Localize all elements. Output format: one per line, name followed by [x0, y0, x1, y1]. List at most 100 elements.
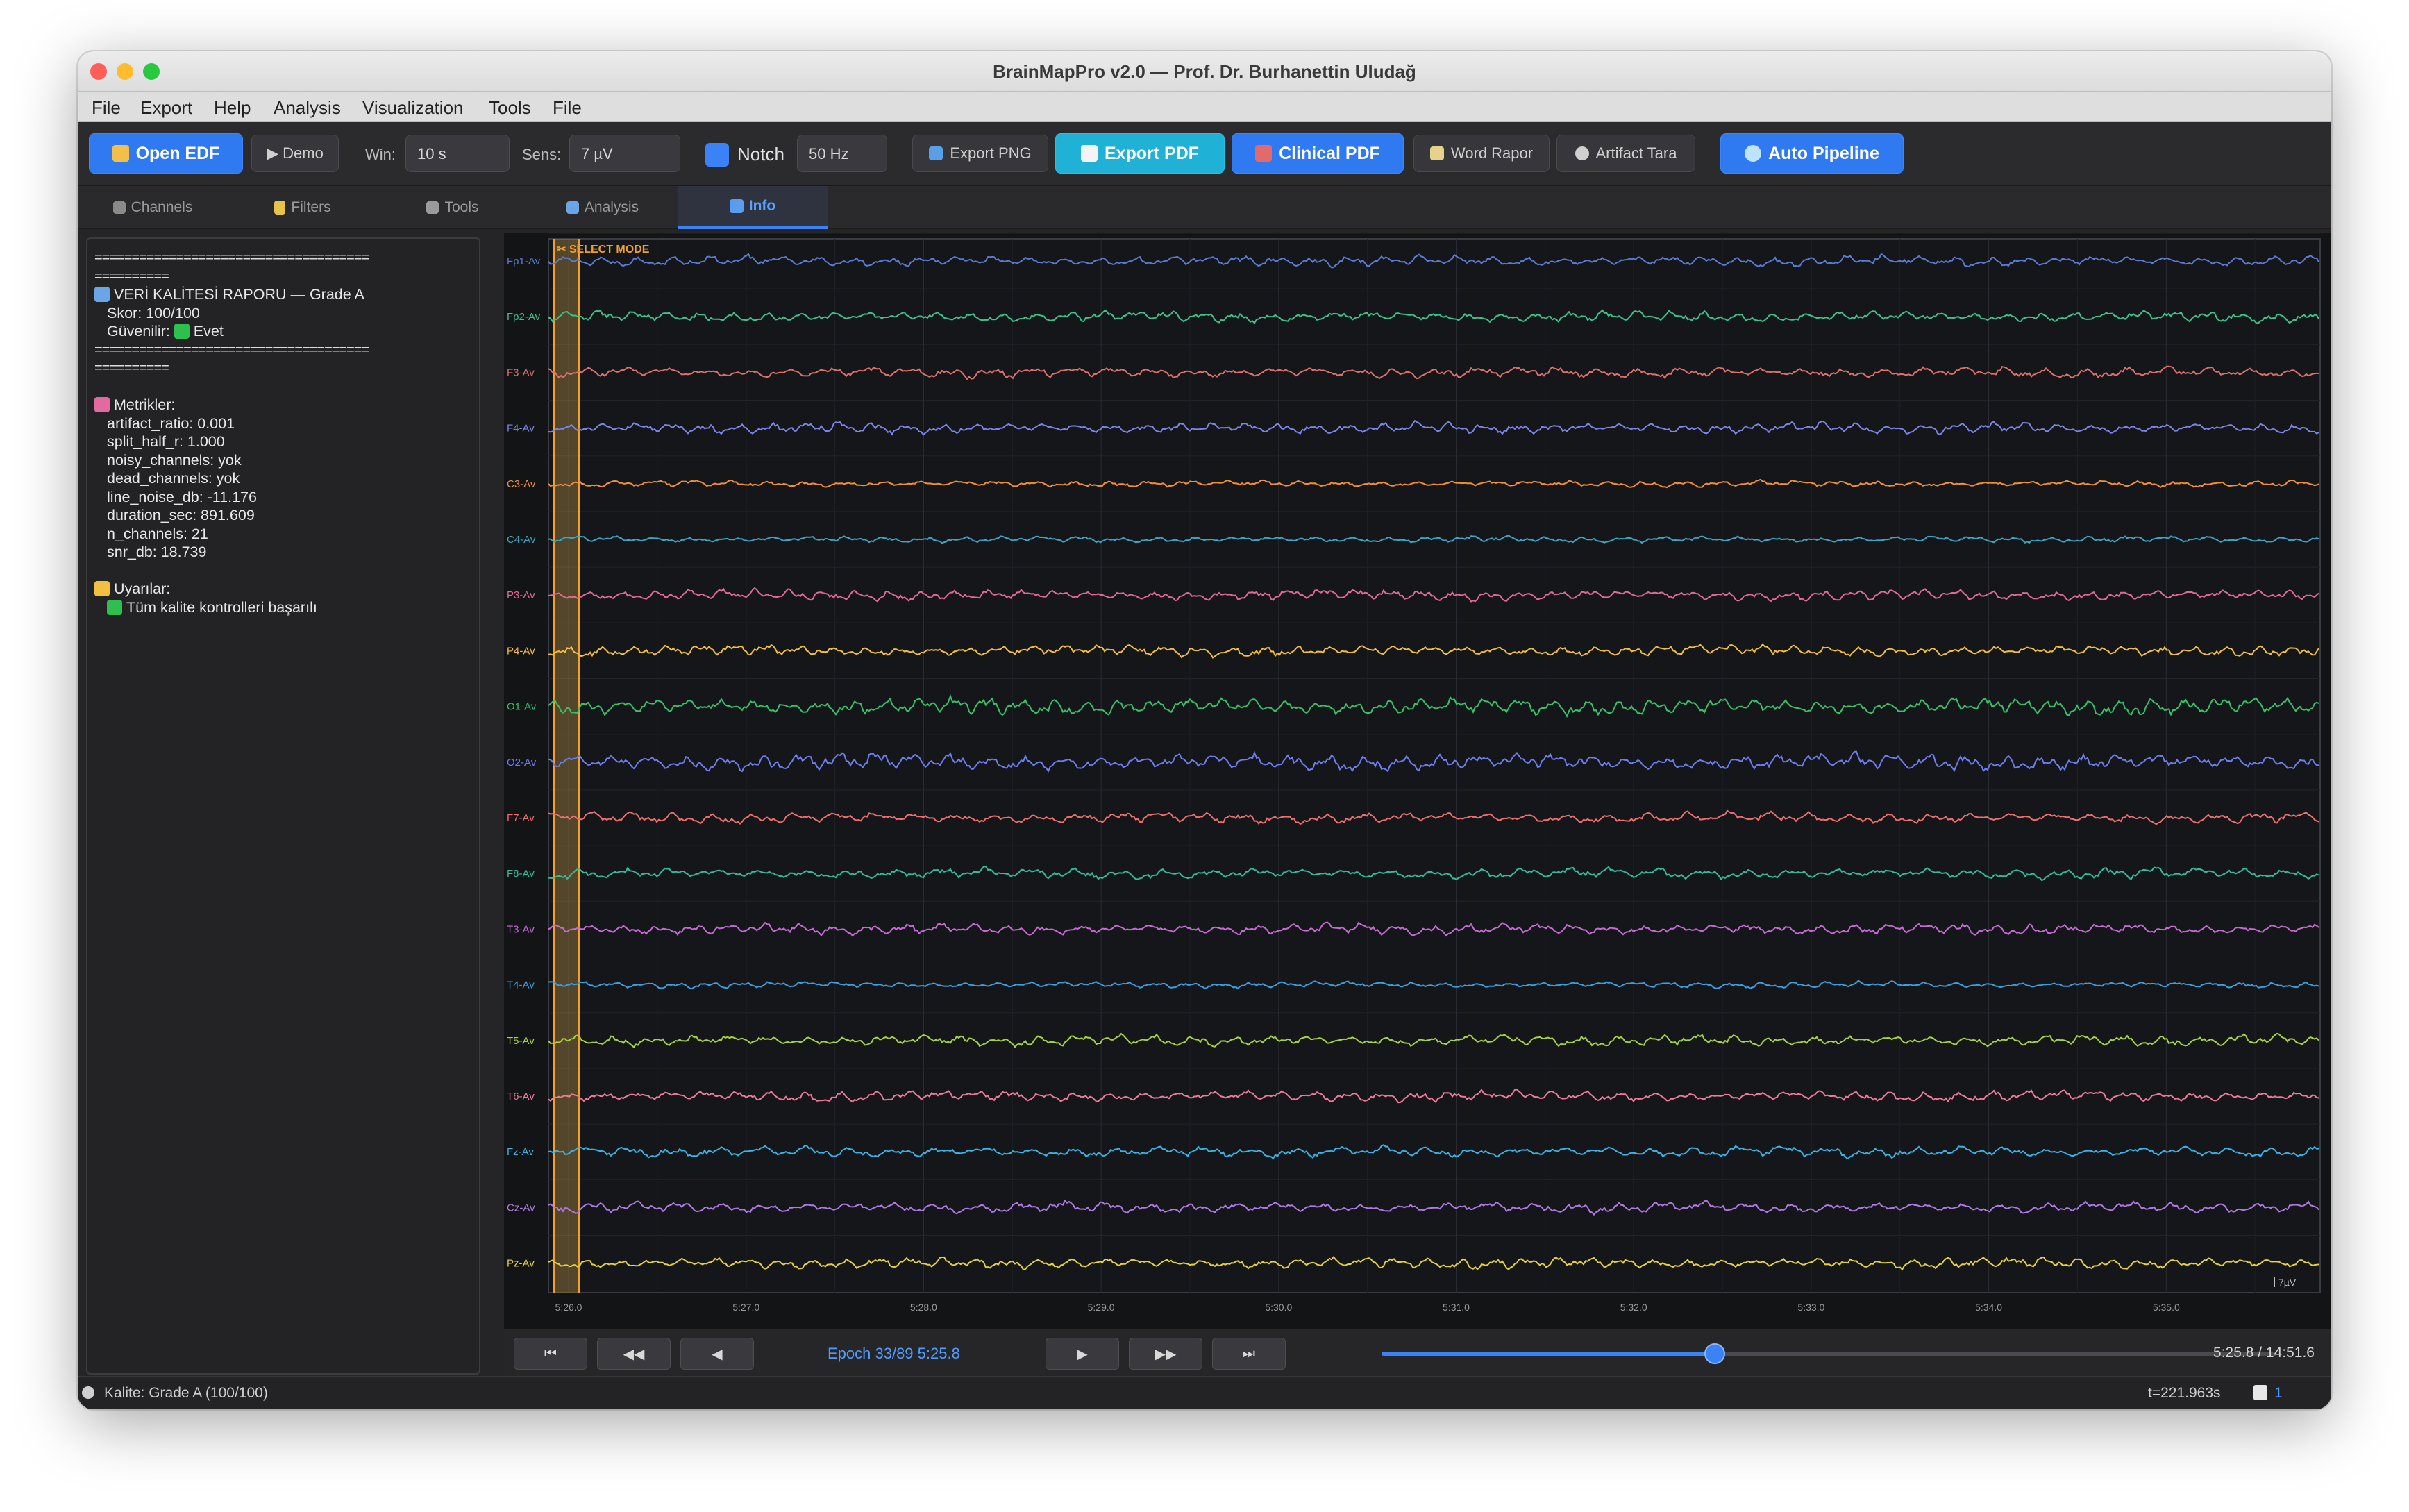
fast-forward-button[interactable]: ▶▶ [1129, 1338, 1202, 1370]
auto-pipeline-label: Auto Pipeline [1768, 143, 1879, 163]
report-title-row: VERİ KALİTESİ RAPORU — Grade A [94, 285, 472, 304]
magnifier-icon [82, 1386, 94, 1399]
checkmark-icon [174, 324, 190, 339]
artifact-tara-label: Artifact Tara [1595, 144, 1677, 162]
wrench-icon [426, 201, 439, 214]
channel-label: T3-Av [507, 923, 535, 935]
eeg-plot[interactable]: ✂ SELECT MODE Fp1-Av Fp2-Av F3-Av F4-Av C3-A… [504, 233, 2331, 1329]
next-button[interactable]: ▶ [1046, 1338, 1119, 1370]
tab-tools[interactable]: Tools [378, 186, 528, 229]
hospital-icon [1255, 145, 1273, 162]
channel-label: T5-Av [507, 1035, 535, 1047]
metric-item: split_half_r: 1.000 [107, 433, 225, 450]
metric-item: duration_sec: 891.609 [107, 507, 255, 523]
clinical-pdf-button[interactable]: Clinical PDF [1232, 133, 1404, 174]
warning-item-row: Tüm kalite kontrolleri başarılı [94, 598, 472, 617]
menu-export[interactable]: Export [140, 97, 192, 119]
channel-label: F3-Av [507, 367, 535, 378]
info-panel: ===================================== ===… [86, 237, 480, 1375]
notch-checkbox[interactable] [705, 143, 729, 167]
channel-label: T6-Av [507, 1091, 535, 1102]
status-bar: Kalite: Grade A (100/100) t=221.963s 1 [78, 1376, 2331, 1409]
tab-channels[interactable]: Channels [78, 186, 228, 229]
timeline-slider[interactable] [1382, 1343, 2277, 1364]
export-pdf-button[interactable]: Export PDF [1055, 133, 1225, 174]
warnings-header: Uyarılar: [114, 580, 171, 597]
metrics-header: Metrikler: [114, 396, 176, 413]
channel-label: O1-Av [507, 701, 537, 713]
menu-help[interactable]: Help [214, 97, 251, 119]
export-png-button[interactable]: Export PNG [912, 135, 1048, 172]
artifact-tara-button[interactable]: Artifact Tara [1556, 135, 1695, 172]
metric-item: snr_db: 18.739 [107, 544, 207, 560]
tab-analysis[interactable]: Analysis [528, 186, 678, 229]
epoch-indicator: Epoch 33/89 5:25.8 [828, 1345, 960, 1362]
app-window: BrainMapPro v2.0 — Prof. Dr. Burhanettin… [78, 51, 2331, 1409]
win-field[interactable]: 10 s [405, 135, 510, 172]
time-tick-label: 5:27.0 [732, 1302, 759, 1313]
word-rapor-label: Word Rapor [1450, 144, 1534, 162]
warning-icon [94, 581, 110, 596]
plug-icon [112, 201, 126, 214]
menu-visualization[interactable]: Visualization [362, 97, 464, 119]
checkmark-icon [107, 599, 122, 615]
demo-button[interactable]: ▶ Demo [251, 135, 339, 172]
export-png-label: Export PNG [950, 144, 1032, 162]
last-epoch-button[interactable]: ⏭ [1212, 1338, 1286, 1370]
scale-bar-label: 7µV [2278, 1277, 2297, 1288]
time-tick-label: 5:26.0 [555, 1302, 582, 1313]
navigation-bar: ⏮ ◀◀ ◀ Epoch 33/89 5:25.8 ▶ ▶▶ ⏭ 5:25.8 … [504, 1329, 2331, 1375]
tab-channels-label: Channels [131, 199, 193, 215]
rewind-button[interactable]: ◀◀ [597, 1338, 671, 1370]
channel-label: T4-Av [507, 980, 535, 991]
channel-label: F8-Av [507, 868, 535, 880]
select-mode-label: ✂ SELECT MODE [557, 244, 650, 255]
report-title: VERİ KALİTESİ RAPORU — Grade A [114, 286, 364, 303]
word-rapor-button[interactable]: Word Rapor [1413, 135, 1550, 172]
channel-label: F4-Av [507, 423, 535, 435]
channel-label: C3-Av [507, 478, 536, 490]
time-tick-label: 5:33.0 [1797, 1302, 1824, 1313]
timeline-slider-fill [1382, 1352, 1715, 1356]
tab-info[interactable]: Info [678, 186, 828, 229]
menu-bar: File Export Help Analysis Visualization … [78, 92, 2331, 122]
channel-label: Fz-Av [507, 1146, 534, 1158]
plot-frame [548, 238, 2321, 1293]
channel-label: Pz-Av [507, 1258, 535, 1270]
tab-info-label: Info [748, 198, 776, 214]
channel-label: F7-Av [507, 812, 535, 824]
separator-line: ========== [94, 268, 169, 284]
notch-freq-field[interactable]: 50 Hz [797, 135, 887, 172]
metric-item: dead_channels: yok [107, 470, 240, 487]
first-epoch-button[interactable]: ⏮ [514, 1338, 587, 1370]
sens-field[interactable]: 7 µV [569, 135, 680, 172]
timeline-slider-handle[interactable] [1704, 1343, 1725, 1364]
channel-label: C4-Av [507, 534, 536, 546]
magnifier-icon [1575, 146, 1589, 160]
metric-item: noisy_channels: yok [107, 451, 242, 469]
tab-filters[interactable]: Filters [228, 186, 378, 229]
menu-analysis[interactable]: Analysis [274, 97, 341, 119]
time-tick-label: 5:30.0 [1265, 1302, 1292, 1313]
menu-file[interactable]: File [92, 97, 121, 119]
menu-tools[interactable]: Tools [489, 97, 531, 119]
metric-item: n_channels: 21 [107, 525, 208, 542]
menu-file-2[interactable]: File [553, 97, 582, 119]
clipboard-count: 1 [2274, 1385, 2283, 1401]
time-tick-label: 5:28.0 [910, 1302, 937, 1313]
time-tick-label: 5:34.0 [1975, 1302, 2002, 1313]
clinical-pdf-label: Clinical PDF [1279, 143, 1380, 163]
bar-chart-icon [566, 201, 579, 214]
win-label: Win: [365, 146, 396, 163]
sens-label: Sens: [522, 146, 562, 163]
time-tick-label: 5:31.0 [1443, 1302, 1470, 1313]
time-tick-label: 5:32.0 [1620, 1302, 1647, 1313]
open-edf-button[interactable]: Open EDF [89, 133, 243, 174]
title-bar: BrainMapPro v2.0 — Prof. Dr. Burhanettin… [78, 51, 2331, 92]
tab-analysis-label: Analysis [584, 199, 639, 215]
eeg-canvas[interactable]: ✂ SELECT MODE Fp1-Av Fp2-Av F3-Av F4-Av C3-A… [504, 233, 2331, 1329]
time-status: t=221.963s [2148, 1385, 2221, 1401]
separator-line: ===================================== [94, 342, 369, 358]
auto-pipeline-button[interactable]: Auto Pipeline [1720, 133, 1904, 174]
previous-button[interactable]: ◀ [680, 1338, 754, 1370]
